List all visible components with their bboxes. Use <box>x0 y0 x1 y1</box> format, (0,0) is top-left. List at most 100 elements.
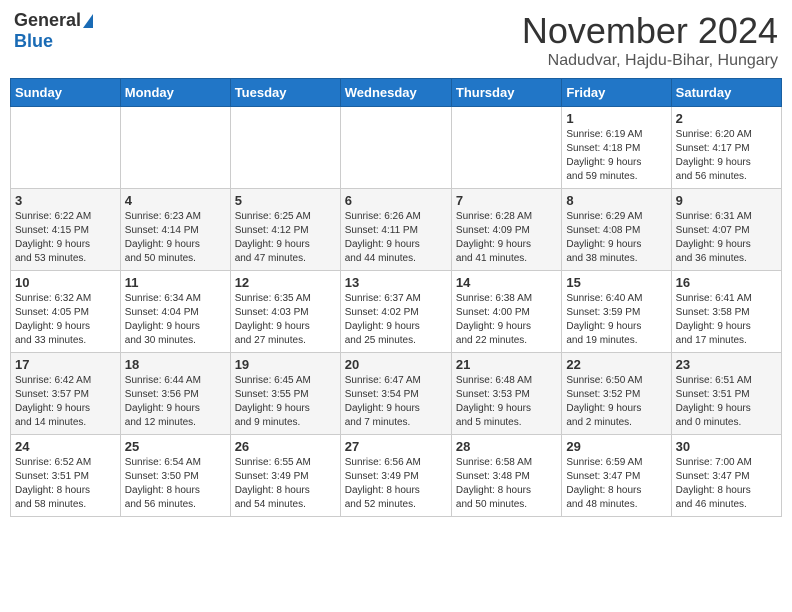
logo-general-text: General <box>14 10 81 31</box>
day-info: Sunrise: 6:52 AM Sunset: 3:51 PM Dayligh… <box>15 456 116 512</box>
day-cell: 2 Sunrise: 6:20 AM Sunset: 4:17 PM Daylig… <box>671 107 781 189</box>
day-cell: 14 Sunrise: 6:38 AM Sunset: 4:00 PM Dayli… <box>451 271 561 353</box>
day-cell: 3Sunrise: 6:22 AM Sunset: 4:15 PM Daylig… <box>11 189 121 271</box>
header-day-monday: Monday <box>120 79 230 107</box>
day-info: Sunrise: 6:55 AM Sunset: 3:49 PM Dayligh… <box>235 456 336 512</box>
logo-icon <box>83 14 93 28</box>
day-cell <box>11 107 121 189</box>
header-day-thursday: Thursday <box>451 79 561 107</box>
day-number: 20 <box>345 357 447 372</box>
page-header: General Blue November 2024 Nadudvar, Haj… <box>10 10 782 70</box>
day-number: 26 <box>235 439 336 454</box>
day-number: 2 <box>676 111 777 126</box>
day-info: Sunrise: 6:19 AM Sunset: 4:18 PM Dayligh… <box>566 128 666 184</box>
week-row-2: 3Sunrise: 6:22 AM Sunset: 4:15 PM Daylig… <box>11 189 782 271</box>
day-info: Sunrise: 6:51 AM Sunset: 3:51 PM Dayligh… <box>676 374 777 430</box>
day-number: 28 <box>456 439 557 454</box>
day-number: 14 <box>456 275 557 290</box>
day-number: 8 <box>566 193 666 208</box>
day-number: 16 <box>676 275 777 290</box>
title-section: November 2024 Nadudvar, Hajdu-Bihar, Hun… <box>522 10 778 70</box>
header-day-tuesday: Tuesday <box>230 79 340 107</box>
day-info: Sunrise: 6:34 AM Sunset: 4:04 PM Dayligh… <box>125 292 226 348</box>
week-row-1: 1 Sunrise: 6:19 AM Sunset: 4:18 PM Daylig… <box>11 107 782 189</box>
day-info: Sunrise: 6:28 AM Sunset: 4:09 PM Dayligh… <box>456 210 557 266</box>
day-info: Sunrise: 6:48 AM Sunset: 3:53 PM Dayligh… <box>456 374 557 430</box>
day-cell: 11 Sunrise: 6:34 AM Sunset: 4:04 PM Dayli… <box>120 271 230 353</box>
day-info: Sunrise: 6:38 AM Sunset: 4:00 PM Dayligh… <box>456 292 557 348</box>
day-cell: 8 Sunrise: 6:29 AM Sunset: 4:08 PM Daylig… <box>562 189 671 271</box>
day-cell: 5 Sunrise: 6:25 AM Sunset: 4:12 PM Daylig… <box>230 189 340 271</box>
day-cell: 21 Sunrise: 6:48 AM Sunset: 3:53 PM Dayli… <box>451 353 561 435</box>
day-number: 1 <box>566 111 666 126</box>
day-cell <box>340 107 451 189</box>
week-row-3: 10 Sunrise: 6:32 AM Sunset: 4:05 PM Dayli… <box>11 271 782 353</box>
day-number: 29 <box>566 439 666 454</box>
day-number: 23 <box>676 357 777 372</box>
day-number: 21 <box>456 357 557 372</box>
day-cell: 24 Sunrise: 6:52 AM Sunset: 3:51 PM Dayli… <box>11 435 121 517</box>
day-info: Sunrise: 6:42 AM Sunset: 3:57 PM Dayligh… <box>15 374 116 430</box>
day-cell: 7Sunrise: 6:28 AM Sunset: 4:09 PM Daylig… <box>451 189 561 271</box>
week-row-5: 24 Sunrise: 6:52 AM Sunset: 3:51 PM Dayli… <box>11 435 782 517</box>
header-row: SundayMondayTuesdayWednesdayThursdayFrid… <box>11 79 782 107</box>
day-info: Sunrise: 6:50 AM Sunset: 3:52 PM Dayligh… <box>566 374 666 430</box>
day-number: 6 <box>345 193 447 208</box>
day-cell: 10 Sunrise: 6:32 AM Sunset: 4:05 PM Dayli… <box>11 271 121 353</box>
day-info: Sunrise: 6:32 AM Sunset: 4:05 PM Dayligh… <box>15 292 116 348</box>
day-cell: 15 Sunrise: 6:40 AM Sunset: 3:59 PM Dayli… <box>562 271 671 353</box>
day-cell: 4 Sunrise: 6:23 AM Sunset: 4:14 PM Daylig… <box>120 189 230 271</box>
day-cell: 1 Sunrise: 6:19 AM Sunset: 4:18 PM Daylig… <box>562 107 671 189</box>
day-number: 5 <box>235 193 336 208</box>
header-day-wednesday: Wednesday <box>340 79 451 107</box>
day-number: 27 <box>345 439 447 454</box>
day-info: Sunrise: 6:54 AM Sunset: 3:50 PM Dayligh… <box>125 456 226 512</box>
day-info: Sunrise: 6:40 AM Sunset: 3:59 PM Dayligh… <box>566 292 666 348</box>
day-cell: 12 Sunrise: 6:35 AM Sunset: 4:03 PM Dayli… <box>230 271 340 353</box>
day-number: 17 <box>15 357 116 372</box>
day-number: 30 <box>676 439 777 454</box>
day-info: Sunrise: 6:56 AM Sunset: 3:49 PM Dayligh… <box>345 456 447 512</box>
day-info: Sunrise: 6:37 AM Sunset: 4:02 PM Dayligh… <box>345 292 447 348</box>
logo-blue-text: Blue <box>14 31 53 52</box>
day-cell <box>230 107 340 189</box>
day-number: 24 <box>15 439 116 454</box>
day-info: Sunrise: 7:00 AM Sunset: 3:47 PM Dayligh… <box>676 456 777 512</box>
day-number: 10 <box>15 275 116 290</box>
day-cell: 13 Sunrise: 6:37 AM Sunset: 4:02 PM Dayli… <box>340 271 451 353</box>
day-number: 12 <box>235 275 336 290</box>
day-number: 15 <box>566 275 666 290</box>
day-info: Sunrise: 6:47 AM Sunset: 3:54 PM Dayligh… <box>345 374 447 430</box>
day-cell <box>451 107 561 189</box>
calendar-body: 1 Sunrise: 6:19 AM Sunset: 4:18 PM Daylig… <box>11 107 782 517</box>
day-cell <box>120 107 230 189</box>
day-info: Sunrise: 6:45 AM Sunset: 3:55 PM Dayligh… <box>235 374 336 430</box>
day-info: Sunrise: 6:25 AM Sunset: 4:12 PM Dayligh… <box>235 210 336 266</box>
day-cell: 9Sunrise: 6:31 AM Sunset: 4:07 PM Daylig… <box>671 189 781 271</box>
day-number: 9 <box>676 193 777 208</box>
header-day-friday: Friday <box>562 79 671 107</box>
day-info: Sunrise: 6:41 AM Sunset: 3:58 PM Dayligh… <box>676 292 777 348</box>
day-number: 22 <box>566 357 666 372</box>
day-number: 19 <box>235 357 336 372</box>
day-number: 11 <box>125 275 226 290</box>
day-number: 4 <box>125 193 226 208</box>
day-cell: 23 Sunrise: 6:51 AM Sunset: 3:51 PM Dayli… <box>671 353 781 435</box>
day-info: Sunrise: 6:35 AM Sunset: 4:03 PM Dayligh… <box>235 292 336 348</box>
day-cell: 19 Sunrise: 6:45 AM Sunset: 3:55 PM Dayli… <box>230 353 340 435</box>
day-info: Sunrise: 6:23 AM Sunset: 4:14 PM Dayligh… <box>125 210 226 266</box>
day-cell: 27 Sunrise: 6:56 AM Sunset: 3:49 PM Dayli… <box>340 435 451 517</box>
calendar-header: SundayMondayTuesdayWednesdayThursdayFrid… <box>11 79 782 107</box>
day-info: Sunrise: 6:58 AM Sunset: 3:48 PM Dayligh… <box>456 456 557 512</box>
location-title: Nadudvar, Hajdu-Bihar, Hungary <box>522 52 778 70</box>
logo: General Blue <box>14 10 93 52</box>
week-row-4: 17 Sunrise: 6:42 AM Sunset: 3:57 PM Dayli… <box>11 353 782 435</box>
day-cell: 18Sunrise: 6:44 AM Sunset: 3:56 PM Dayli… <box>120 353 230 435</box>
day-info: Sunrise: 6:20 AM Sunset: 4:17 PM Dayligh… <box>676 128 777 184</box>
day-number: 25 <box>125 439 226 454</box>
day-cell: 26 Sunrise: 6:55 AM Sunset: 3:49 PM Dayli… <box>230 435 340 517</box>
day-cell: 29Sunrise: 6:59 AM Sunset: 3:47 PM Dayli… <box>562 435 671 517</box>
day-cell: 16 Sunrise: 6:41 AM Sunset: 3:58 PM Dayli… <box>671 271 781 353</box>
day-number: 13 <box>345 275 447 290</box>
day-info: Sunrise: 6:29 AM Sunset: 4:08 PM Dayligh… <box>566 210 666 266</box>
